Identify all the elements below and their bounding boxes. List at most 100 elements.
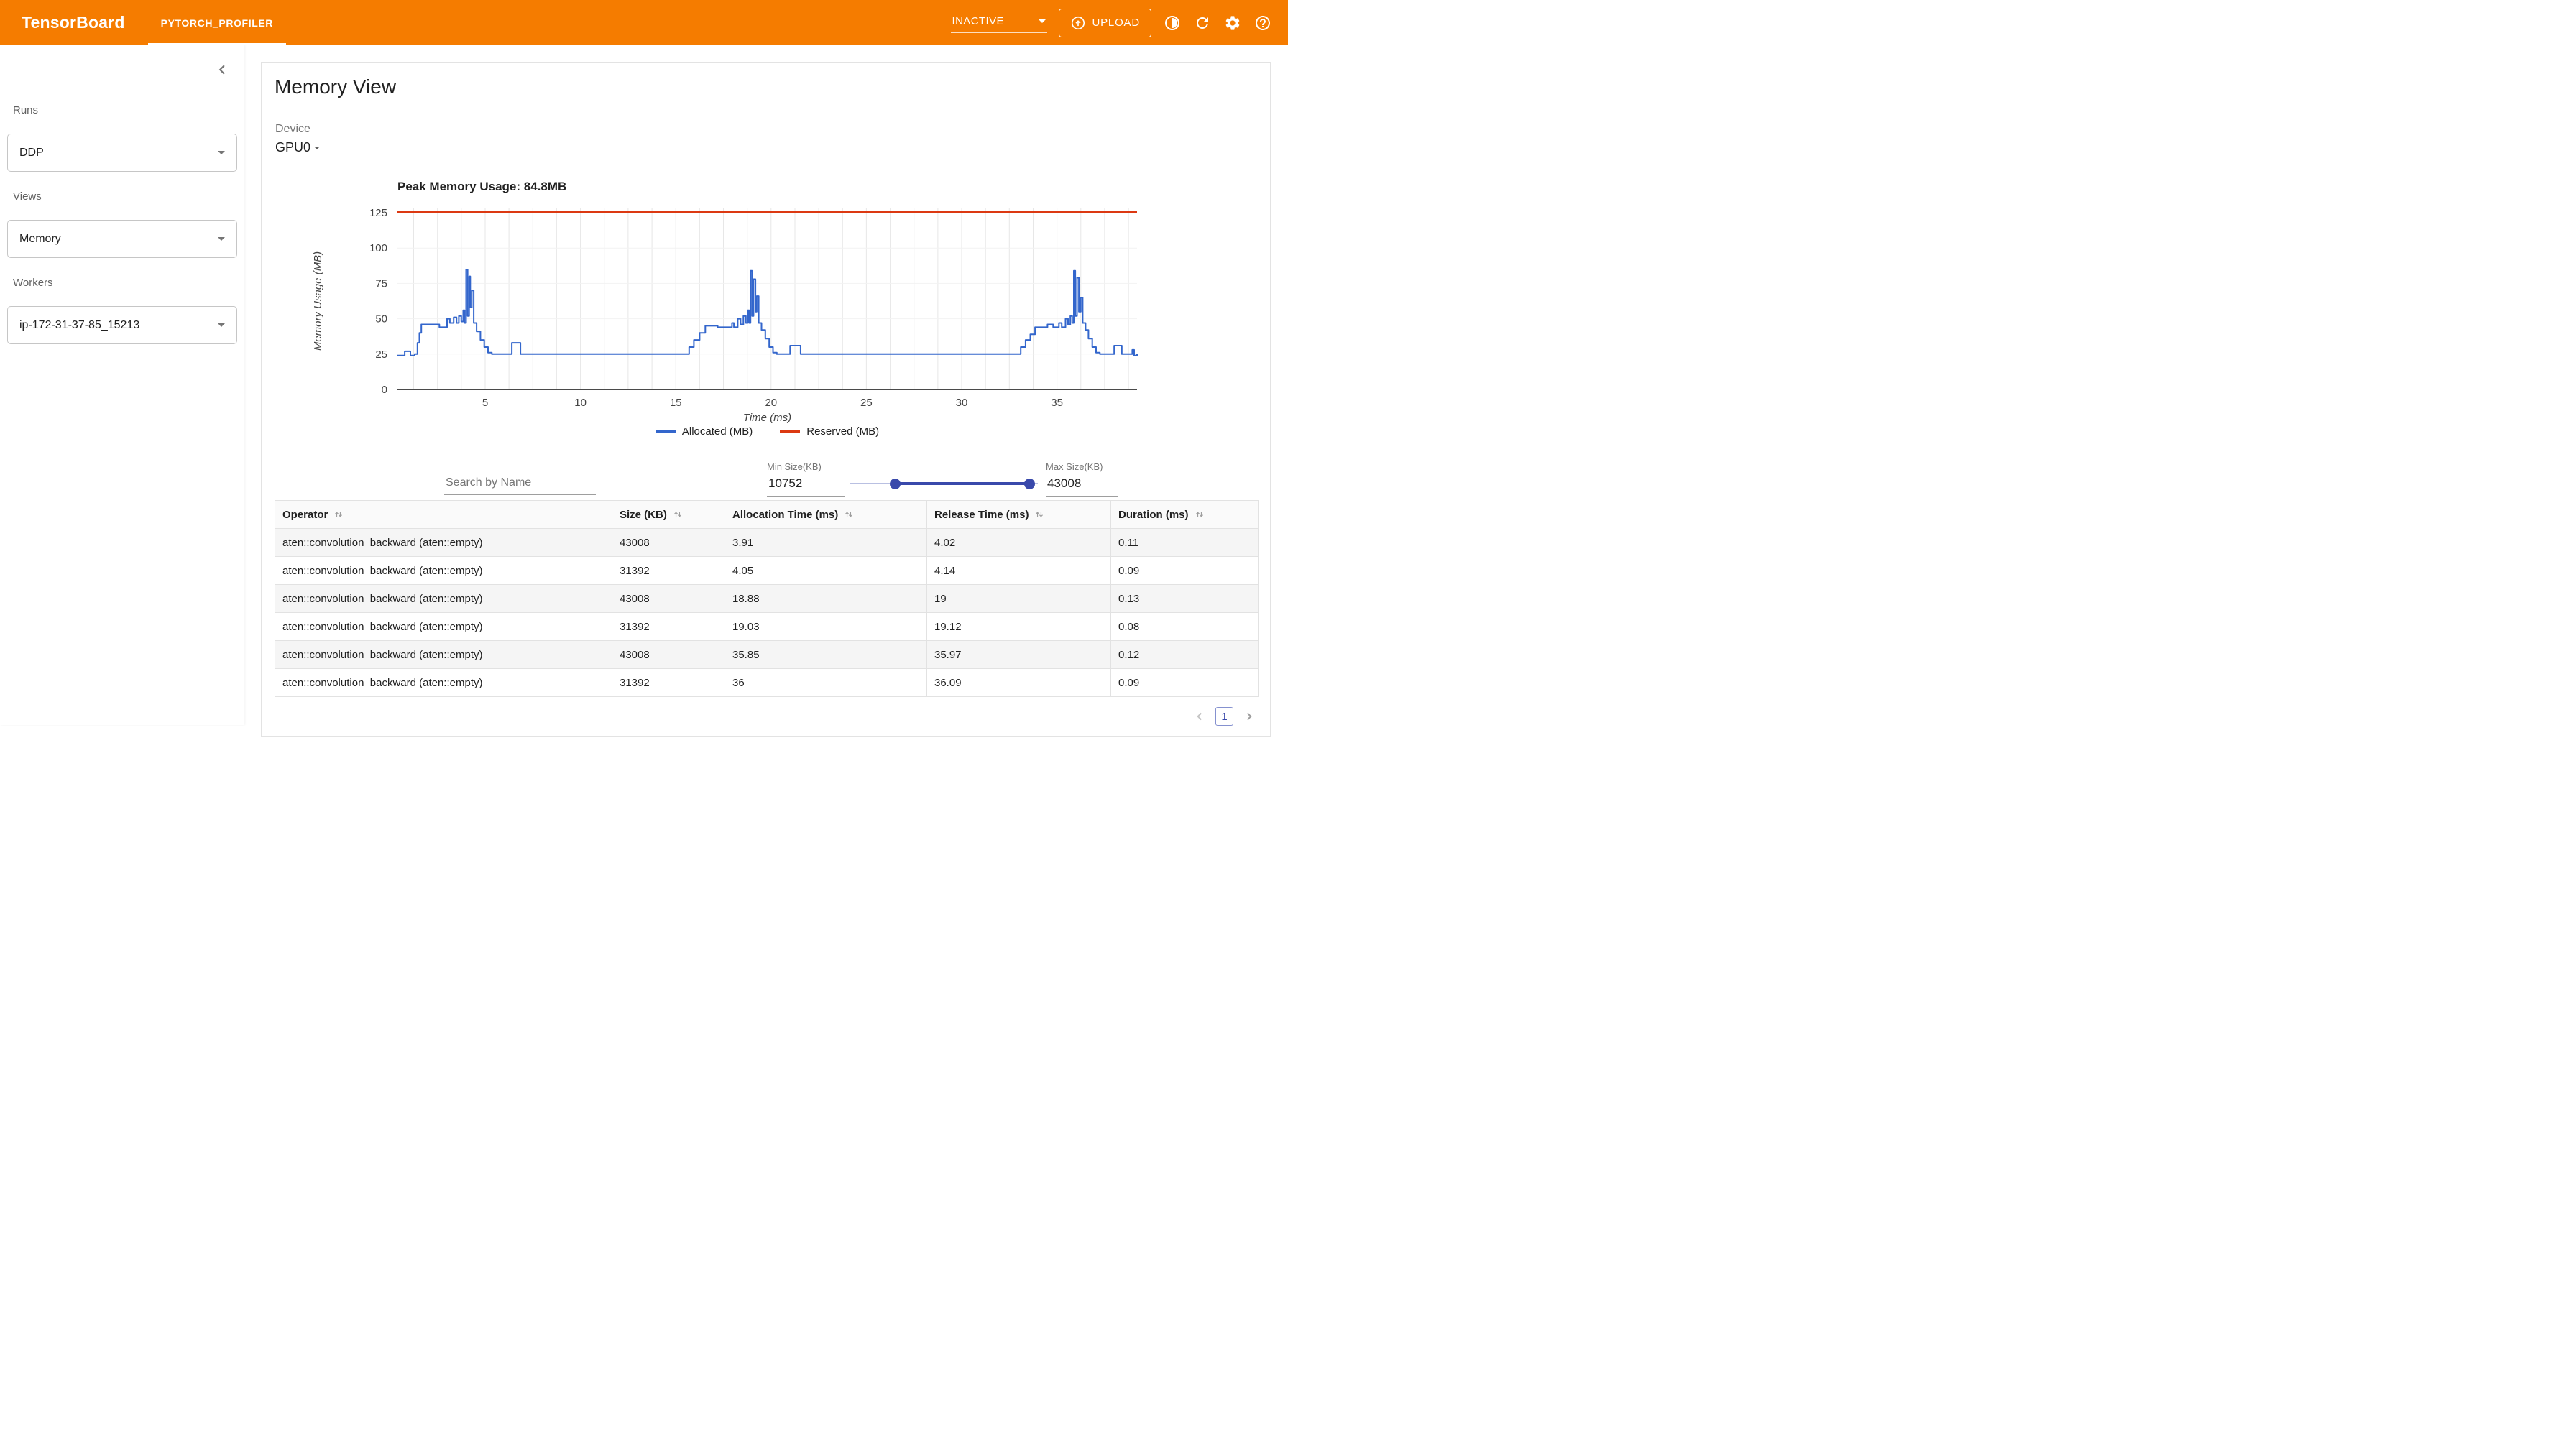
runs-select[interactable]: DDP — [7, 134, 237, 172]
chevron-left-icon — [1197, 712, 1202, 721]
prev-page-button[interactable] — [1192, 709, 1207, 724]
legend-label: Allocated (MB) — [681, 425, 753, 438]
legend-swatch — [780, 430, 801, 433]
x-tick-label: 30 — [956, 397, 968, 409]
y-tick-label: 125 — [369, 207, 387, 219]
table-cell: 4.14 — [926, 556, 1111, 585]
status-select[interactable]: INACTIVE — [950, 12, 1047, 33]
runs-select-value: DDP — [19, 146, 44, 159]
theme-toggle-button[interactable] — [1163, 14, 1182, 32]
table-cell: 0.13 — [1110, 584, 1259, 613]
views-select[interactable]: Memory — [7, 220, 237, 258]
legend-item: Reserved (MB) — [780, 425, 879, 438]
column-header-label: Allocation Time (ms) — [732, 508, 839, 521]
min-size-label: Min Size(KB) — [767, 461, 822, 472]
tab-pytorch-profiler[interactable]: PYTORCH_PROFILER — [147, 0, 287, 45]
table-cell: 19.12 — [926, 612, 1111, 641]
y-tick-label: 0 — [382, 384, 387, 396]
table-cell: aten::convolution_backward (aten::empty) — [275, 612, 612, 641]
sort-arrows-icon — [673, 512, 681, 517]
pagination: 1 — [1192, 707, 1256, 726]
next-page-button[interactable] — [1242, 709, 1256, 724]
table-cell: 43008 — [612, 528, 725, 557]
chevron-down-icon — [1038, 19, 1046, 23]
x-axis-title: Time (ms) — [743, 412, 791, 423]
device-label: Device — [275, 123, 310, 135]
device-select[interactable]: GPU0 — [275, 140, 321, 160]
column-header-allocation-time-ms[interactable]: Allocation Time (ms) — [724, 500, 927, 529]
upload-button[interactable]: UPLOAD — [1058, 8, 1151, 37]
memory-view-card: Memory View Device GPU0 Peak Memory Usag… — [261, 62, 1271, 737]
topbar-actions: INACTIVE UPLOAD — [950, 8, 1273, 37]
contrast-icon — [1165, 15, 1179, 30]
table-cell: 19 — [926, 584, 1111, 613]
table-cell: 0.11 — [1110, 528, 1259, 557]
refresh-button[interactable] — [1193, 14, 1212, 32]
table-row: aten::convolution_backward (aten::empty)… — [275, 640, 1259, 669]
y-tick-label: 100 — [369, 242, 387, 254]
help-button[interactable] — [1254, 14, 1272, 32]
sidebar: Runs DDP Views Memory Workers ip-172-31-… — [0, 45, 244, 725]
slider-min-handle[interactable] — [890, 478, 901, 489]
size-range-slider[interactable] — [850, 478, 1038, 490]
status-select-value: INACTIVE — [952, 15, 1004, 27]
table-cell: 31392 — [612, 668, 725, 697]
chevron-right-icon — [1247, 712, 1252, 721]
table-row: aten::convolution_backward (aten::empty)… — [275, 556, 1259, 585]
table-cell: 35.97 — [926, 640, 1111, 669]
legend-label: Reserved (MB) — [806, 425, 880, 438]
legend-item: Allocated (MB) — [655, 425, 753, 438]
settings-button[interactable] — [1223, 14, 1242, 32]
x-tick-label: 15 — [670, 397, 682, 409]
column-header-label: Release Time (ms) — [934, 508, 1029, 521]
current-page[interactable]: 1 — [1215, 707, 1233, 726]
sort-arrows-icon — [1036, 512, 1044, 517]
views-label: Views — [13, 190, 42, 203]
table-cell: aten::convolution_backward (aten::empty) — [275, 556, 612, 585]
table-row: aten::convolution_backward (aten::empty)… — [275, 668, 1259, 697]
column-header-label: Size (KB) — [620, 508, 667, 521]
table-row: aten::convolution_backward (aten::empty)… — [275, 584, 1259, 613]
gear-icon — [1225, 15, 1240, 30]
table-cell: 19.03 — [724, 612, 927, 641]
max-size-label: Max Size(KB) — [1046, 461, 1103, 472]
table-cell: 43008 — [612, 584, 725, 613]
table-cell: 4.02 — [926, 528, 1111, 557]
table-cell: 31392 — [612, 612, 725, 641]
table-cell: aten::convolution_backward (aten::empty) — [275, 584, 612, 613]
column-header-operator[interactable]: Operator — [275, 500, 612, 529]
x-tick-label: 10 — [574, 397, 586, 409]
x-tick-label: 25 — [860, 397, 873, 409]
table-cell: 0.12 — [1110, 640, 1259, 669]
chevron-left-icon — [218, 65, 225, 75]
slider-active-track[interactable] — [896, 482, 1030, 485]
workers-select[interactable]: ip-172-31-37-85_15213 — [7, 306, 237, 344]
table-cell: aten::convolution_backward (aten::empty) — [275, 528, 612, 557]
search-input[interactable] — [444, 474, 596, 495]
chart-legend: Allocated (MB) Reserved (MB) — [397, 425, 1137, 438]
table-cell: aten::convolution_backward (aten::empty) — [275, 640, 612, 669]
column-header-duration-ms[interactable]: Duration (ms) — [1110, 500, 1259, 529]
slider-max-handle[interactable] — [1024, 478, 1035, 489]
table-cell: 36 — [724, 668, 927, 697]
table-row: aten::convolution_backward (aten::empty)… — [275, 528, 1259, 557]
table-cell: 43008 — [612, 640, 725, 669]
table-row: aten::convolution_backward (aten::empty)… — [275, 612, 1259, 641]
views-select-value: Memory — [19, 232, 61, 245]
table-cell: 0.08 — [1110, 612, 1259, 641]
upload-icon — [1071, 16, 1085, 29]
column-header-release-time-ms[interactable]: Release Time (ms) — [926, 500, 1111, 529]
max-size-input[interactable] — [1046, 475, 1118, 497]
help-icon — [1256, 15, 1270, 30]
chevron-down-icon — [218, 323, 225, 327]
sort-arrows-icon — [335, 512, 343, 517]
table-cell: 0.09 — [1110, 668, 1259, 697]
column-header-size-kb[interactable]: Size (KB) — [612, 500, 725, 529]
chevron-down-icon — [314, 146, 320, 149]
app-brand: TensorBoard — [22, 13, 125, 32]
table-cell: 35.85 — [724, 640, 927, 669]
workers-label: Workers — [13, 277, 53, 289]
min-size-input[interactable] — [767, 475, 845, 497]
column-header-label: Operator — [282, 508, 328, 521]
sidebar-collapse-button[interactable] — [212, 60, 232, 80]
